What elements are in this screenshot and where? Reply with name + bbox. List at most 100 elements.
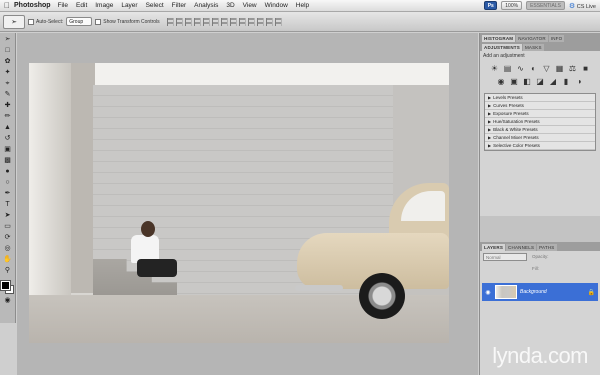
menu-layer[interactable]: Layer <box>121 2 137 9</box>
channel-mixer-icon[interactable]: ▣ <box>510 77 519 86</box>
menu-edit[interactable]: Edit <box>76 2 87 9</box>
quick-mask-icon[interactable]: ◉ <box>2 296 14 306</box>
menu-view[interactable]: View <box>243 2 257 9</box>
preset-curves[interactable]: Curves Presets <box>485 102 595 110</box>
vibrance-icon[interactable]: ▽ <box>542 64 551 73</box>
hue-saturation-icon[interactable]: ▦ <box>555 64 564 73</box>
preset-channel-mixer[interactable]: Channel Mixer Presets <box>485 134 595 142</box>
align-right-icon[interactable] <box>211 17 219 26</box>
menu-filter[interactable]: Filter <box>172 2 186 9</box>
tab-layers[interactable]: LAYERS <box>482 244 506 251</box>
tool-preset-picker[interactable]: ➣ <box>3 14 25 29</box>
blur-tool-icon[interactable]: ● <box>2 167 14 177</box>
distribute-top-icon[interactable] <box>220 17 228 26</box>
distribute-hcenter-icon[interactable] <box>256 17 264 26</box>
align-top-icon[interactable] <box>166 17 174 26</box>
pen-tool-icon[interactable]: ✒ <box>2 189 14 199</box>
menu-window[interactable]: Window <box>265 2 288 9</box>
preset-exposure[interactable]: Exposure Presets <box>485 110 595 118</box>
marquee-tool-icon[interactable]: □ <box>2 46 14 56</box>
brush-tool-icon[interactable]: ✏ <box>2 112 14 122</box>
preset-black-white[interactable]: Black & White Presets <box>485 126 595 134</box>
align-hcenter-icon[interactable] <box>202 17 210 26</box>
lasso-tool-icon[interactable]: ✿ <box>2 57 14 67</box>
canvas-area[interactable] <box>17 33 478 375</box>
crop-tool-icon[interactable]: ⌖ <box>2 79 14 89</box>
tab-navigator[interactable]: NAVIGATOR <box>516 35 548 42</box>
shape-tool-icon[interactable]: ▭ <box>2 222 14 232</box>
menu-image[interactable]: Image <box>95 2 113 9</box>
photo-filter-icon[interactable]: ◉ <box>497 77 506 86</box>
tab-adjustments[interactable]: ADJUSTMENTS <box>482 44 522 51</box>
eraser-tool-icon[interactable]: ▣ <box>2 145 14 155</box>
clone-stamp-tool-icon[interactable]: ▲ <box>2 123 14 133</box>
show-transform-option[interactable]: Show Transform Controls <box>95 18 160 25</box>
tab-masks[interactable]: MASKS <box>522 44 544 51</box>
preset-hue-saturation[interactable]: Hue/Saturation Presets <box>485 118 595 126</box>
distribute-vcenter-icon[interactable] <box>229 17 237 26</box>
move-tool-icon[interactable]: ➣ <box>2 35 14 45</box>
zoom-select[interactable]: 100% <box>501 1 523 10</box>
show-transform-checkbox[interactable] <box>95 18 102 25</box>
auto-select-dropdown[interactable]: Group <box>66 17 93 26</box>
distribute-left-icon[interactable] <box>247 17 255 26</box>
history-brush-tool-icon[interactable]: ↺ <box>2 134 14 144</box>
black-white-icon[interactable]: ■ <box>581 64 590 73</box>
3d-orbit-tool-icon[interactable]: ◎ <box>2 244 14 254</box>
hand-tool-icon[interactable]: ✋ <box>2 255 14 265</box>
align-vcenter-icon[interactable] <box>175 17 183 26</box>
ps-logo-button[interactable]: Ps <box>484 1 498 10</box>
threshold-icon[interactable]: ◢ <box>549 77 558 86</box>
auto-align-icon[interactable] <box>274 17 282 26</box>
selective-color-icon[interactable]: ◑ <box>575 77 584 86</box>
posterize-icon[interactable]: ◪ <box>536 77 545 86</box>
zoom-tool-icon[interactable]: ⚲ <box>2 266 14 276</box>
align-buttons <box>166 17 282 26</box>
menu-3d[interactable]: 3D <box>226 2 234 9</box>
blend-mode-select[interactable]: Normal <box>483 253 527 261</box>
preset-selective-color[interactable]: Selective Color Presets <box>485 142 595 150</box>
apple-icon[interactable]:  <box>0 1 14 10</box>
auto-select-option[interactable]: Auto-Select: <box>28 18 63 25</box>
menu-analysis[interactable]: Analysis <box>194 2 218 9</box>
tab-histogram[interactable]: HISTOGRAM <box>482 35 516 42</box>
dodge-tool-icon[interactable]: ○ <box>2 178 14 188</box>
workspace-switcher[interactable]: ESSENTIALS <box>526 1 565 10</box>
tab-channels[interactable]: CHANNELS <box>506 244 537 251</box>
preset-levels[interactable]: Levels Presets <box>485 94 595 102</box>
menu-app-name[interactable]: Photoshop <box>14 2 51 9</box>
gradient-map-icon[interactable]: ▮ <box>562 77 571 86</box>
invert-icon[interactable]: ◧ <box>523 77 532 86</box>
quick-select-tool-icon[interactable]: ✦ <box>2 68 14 78</box>
menu-file[interactable]: File <box>58 2 68 9</box>
layer-name[interactable]: Background <box>520 289 547 295</box>
menu-select[interactable]: Select <box>146 2 164 9</box>
color-swatches[interactable] <box>0 280 15 295</box>
exposure-icon[interactable]: ◐ <box>529 64 538 73</box>
eye-icon[interactable]: ◉ <box>484 289 492 296</box>
healing-brush-tool-icon[interactable]: ✚ <box>2 101 14 111</box>
gradient-tool-icon[interactable]: ▩ <box>2 156 14 166</box>
tab-paths[interactable]: PATHS <box>537 244 557 251</box>
adjustment-presets-list: Levels Presets Curves Presets Exposure P… <box>484 93 596 151</box>
menu-help[interactable]: Help <box>296 2 309 9</box>
align-left-icon[interactable] <box>193 17 201 26</box>
tab-info[interactable]: INFO <box>548 35 565 42</box>
distribute-bottom-icon[interactable] <box>238 17 246 26</box>
fill-label: Fill: <box>532 266 539 271</box>
levels-icon[interactable]: ▤ <box>503 64 512 73</box>
document-image[interactable] <box>29 63 449 343</box>
path-select-tool-icon[interactable]: ➤ <box>2 211 14 221</box>
distribute-right-icon[interactable] <box>265 17 273 26</box>
3d-rotate-tool-icon[interactable]: ⟳ <box>2 233 14 243</box>
foreground-color-swatch[interactable] <box>0 280 11 291</box>
layer-row-background[interactable]: ◉ Background 🔒 <box>482 283 598 301</box>
color-balance-icon[interactable]: ⚖ <box>568 64 577 73</box>
type-tool-icon[interactable]: T <box>2 200 14 210</box>
auto-select-checkbox[interactable] <box>28 18 34 25</box>
brightness-contrast-icon[interactable]: ☀ <box>490 64 499 73</box>
cs-live-button[interactable]: ⚙ CS Live <box>569 2 596 10</box>
align-bottom-icon[interactable] <box>184 17 192 26</box>
curves-icon[interactable]: ∿ <box>516 64 525 73</box>
eyedropper-tool-icon[interactable]: ✎ <box>2 90 14 100</box>
